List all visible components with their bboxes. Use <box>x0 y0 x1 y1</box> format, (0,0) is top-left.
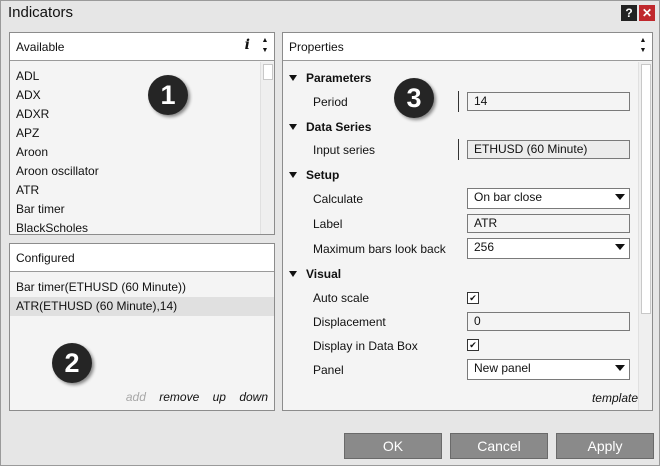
available-scrollbar[interactable] <box>260 62 274 234</box>
available-list: ADL ADX ADXR APZ Aroon Aroon oscillator … <box>10 67 260 233</box>
available-item[interactable]: APZ <box>10 124 260 143</box>
data-box-checkbox[interactable]: ✔ <box>467 339 479 351</box>
collapse-triangle-icon <box>289 271 297 277</box>
template-link[interactable]: template <box>592 391 638 405</box>
category-data-series[interactable]: Data Series <box>289 120 371 134</box>
auto-scale-label: Auto scale <box>313 291 370 305</box>
available-title: Available <box>16 40 65 54</box>
label-input[interactable]: ATR <box>467 214 630 233</box>
up-link[interactable]: up <box>213 390 226 404</box>
period-label: Period <box>313 95 348 109</box>
down-link[interactable]: down <box>239 390 268 404</box>
badge-3: 3 <box>394 78 434 118</box>
calculate-select[interactable]: On bar close <box>467 188 630 209</box>
properties-title: Properties <box>289 40 344 54</box>
cancel-button[interactable]: Cancel <box>450 433 548 459</box>
available-item[interactable]: Aroon oscillator <box>10 162 260 181</box>
max-bars-select[interactable]: 256 <box>467 238 630 259</box>
displacement-label: Displacement <box>313 315 386 329</box>
scroll-thumb[interactable] <box>641 64 651 314</box>
properties-scrollbar[interactable] <box>638 62 652 410</box>
available-item[interactable]: ADXR <box>10 105 260 124</box>
available-item[interactable]: ADX <box>10 86 260 105</box>
configured-item[interactable]: Bar timer(ETHUSD (60 Minute)) <box>10 278 274 297</box>
divider <box>458 139 459 160</box>
sort-arrows-icon[interactable]: ▲ ▼ <box>259 36 271 58</box>
category-visual[interactable]: Visual <box>289 267 341 281</box>
badge-2: 2 <box>52 343 92 383</box>
configured-item-selected[interactable]: ATR(ETHUSD (60 Minute),14) <box>10 297 274 316</box>
available-panel: Available i ▲ ▼ ADL ADX ADXR APZ Aroon Ar… <box>9 32 275 235</box>
close-button[interactable]: ✕ <box>639 5 655 21</box>
data-box-label: Display in Data Box <box>313 339 418 353</box>
panel-select[interactable]: New panel <box>467 359 630 380</box>
configured-actions: add remove up down <box>116 390 268 404</box>
properties-panel: Properties ▲ ▼ Parameters Period 14 Data … <box>282 32 653 411</box>
scroll-thumb[interactable] <box>263 64 273 80</box>
panel-label: Panel <box>313 363 344 377</box>
sort-arrows-icon[interactable]: ▲ ▼ <box>637 36 649 58</box>
properties-header: Properties ▲ ▼ <box>283 33 652 61</box>
max-bars-value: 256 <box>474 240 495 254</box>
calculate-label: Calculate <box>313 192 364 206</box>
title-bar: Indicators ? ✕ <box>1 1 659 26</box>
available-item[interactable]: BlackScholes <box>10 219 260 233</box>
auto-scale-checkbox[interactable]: ✔ <box>467 292 479 304</box>
configured-list: Bar timer(ETHUSD (60 Minute)) ATR(ETHUSD… <box>10 278 274 316</box>
remove-link[interactable]: remove <box>159 390 199 404</box>
displacement-input[interactable]: 0 <box>467 312 630 331</box>
divider <box>458 91 459 112</box>
chevron-down-icon <box>615 244 625 250</box>
max-bars-label: Maximum bars look back <box>313 242 446 256</box>
available-item[interactable]: ADL <box>10 67 260 86</box>
window-title: Indicators <box>8 4 74 21</box>
calculate-value: On bar close <box>474 190 543 204</box>
available-header: Available i ▲ ▼ <box>10 33 274 61</box>
category-parameters[interactable]: Parameters <box>289 71 371 85</box>
collapse-triangle-icon <box>289 75 297 81</box>
label-label: Label <box>313 217 343 231</box>
input-series-label: Input series <box>313 143 376 157</box>
category-setup[interactable]: Setup <box>289 168 339 182</box>
help-button[interactable]: ? <box>621 5 637 21</box>
category-label: Parameters <box>306 71 372 85</box>
collapse-triangle-icon <box>289 172 297 178</box>
ok-button[interactable]: OK <box>344 433 442 459</box>
add-link[interactable]: add <box>126 390 146 404</box>
available-item[interactable]: Aroon <box>10 143 260 162</box>
chevron-down-icon <box>615 194 625 200</box>
category-label: Setup <box>306 168 340 182</box>
period-input[interactable]: 14 <box>467 92 630 111</box>
configured-title: Configured <box>16 251 75 265</box>
indicators-window: Indicators ? ✕ Available i ▲ ▼ ADL ADX AD… <box>0 0 660 466</box>
category-label: Visual <box>306 267 342 281</box>
category-label: Data Series <box>306 120 372 134</box>
input-series-field[interactable]: ETHUSD (60 Minute) <box>467 140 630 159</box>
badge-1: 1 <box>148 75 188 115</box>
collapse-triangle-icon <box>289 124 297 130</box>
chevron-down-icon <box>615 365 625 371</box>
available-item[interactable]: ATR <box>10 181 260 200</box>
info-icon[interactable]: i <box>245 37 250 53</box>
panel-value: New panel <box>474 361 531 375</box>
configured-panel: Configured Bar timer(ETHUSD (60 Minute))… <box>9 243 275 411</box>
configured-header: Configured <box>10 244 274 272</box>
apply-button[interactable]: Apply <box>556 433 654 459</box>
available-item[interactable]: Bar timer <box>10 200 260 219</box>
